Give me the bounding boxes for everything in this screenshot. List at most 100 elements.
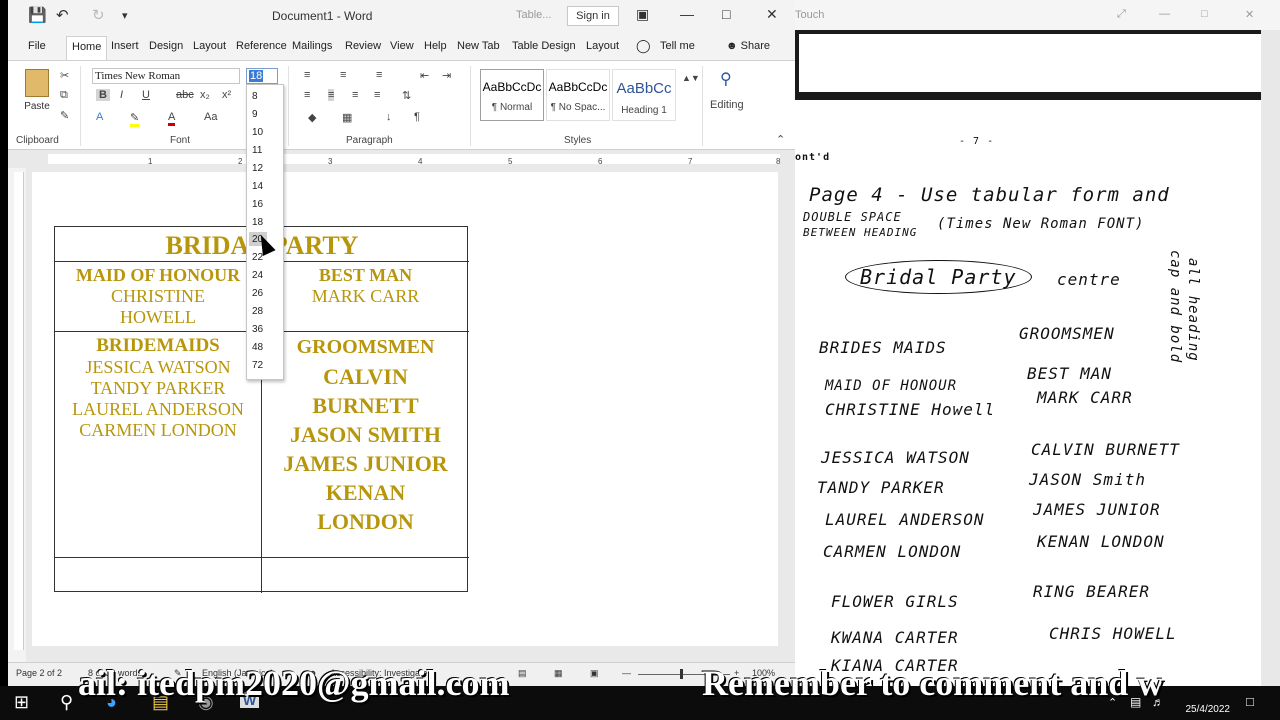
paste-button[interactable]: Paste <box>22 69 52 117</box>
font-size-option[interactable]: 8 <box>252 91 258 102</box>
font-size-option[interactable]: 10 <box>252 127 263 138</box>
tab-new-tab[interactable]: New Tab <box>457 40 500 52</box>
table-cell-groomsmen[interactable]: GROOMSMEN CALVIN BURNETT JASON SMITH JAM… <box>262 333 469 536</box>
search-icon[interactable]: ⚲ <box>60 692 73 713</box>
windows-start-icon[interactable]: ⊞ <box>14 692 29 713</box>
taskbar-clock[interactable]: 25/4/2022 <box>1186 689 1231 717</box>
shading-icon[interactable]: ◆ <box>308 111 316 124</box>
save-icon[interactable]: 💾 <box>28 6 47 24</box>
font-name-box[interactable]: Times New Roman <box>92 68 240 84</box>
cut-icon[interactable]: ✂ <box>60 69 69 82</box>
font-size-option[interactable]: 11 <box>252 145 262 156</box>
find-icon[interactable]: ⚲ <box>720 69 732 89</box>
table-cell-empty[interactable] <box>262 558 469 592</box>
tab-design[interactable]: Design <box>149 40 183 52</box>
scrollbar[interactable] <box>1261 30 1280 686</box>
read-mode-icon[interactable]: ▤ <box>518 668 527 679</box>
zoom-out-icon[interactable]: — <box>622 668 631 678</box>
bullets-icon[interactable]: ≡ <box>304 69 310 81</box>
tab-mailings[interactable]: Mailings <box>292 40 332 52</box>
table-cell-best-man[interactable]: BEST MAN MARK CARR <box>262 265 469 307</box>
numbering-icon[interactable]: ≡ <box>340 69 346 81</box>
superscript-button[interactable]: x² <box>222 89 231 101</box>
font-color-icon[interactable]: A <box>168 111 176 126</box>
tab-table-layout[interactable]: Layout <box>586 40 619 52</box>
table-cell-maid[interactable]: MAID OF HONOUR CHRISTINE HOWELL <box>55 265 261 328</box>
italic-button[interactable]: I <box>120 89 123 101</box>
change-case-icon[interactable]: Aa <box>204 111 217 123</box>
increase-indent-icon[interactable]: ⇥ <box>442 69 451 82</box>
font-size-box[interactable]: 18 <box>246 68 278 84</box>
font-size-option[interactable]: 16 <box>252 199 263 210</box>
undo-icon[interactable]: ↶ <box>56 6 69 24</box>
font-size-option[interactable]: 26 <box>252 288 263 299</box>
table-cell-empty[interactable] <box>55 558 261 592</box>
highlight-icon[interactable]: ✎ <box>130 111 140 127</box>
styles-scroll-icon[interactable]: ▲▼ <box>682 73 700 83</box>
align-right-icon[interactable]: ≡ <box>352 89 358 101</box>
customize-qat-icon[interactable]: ▾ <box>122 9 128 22</box>
tab-help[interactable]: Help <box>424 40 447 52</box>
table-cell-bridesmaids[interactable]: BRIDEMAIDS JESSICA WATSON TANDY PARKER L… <box>55 335 261 441</box>
zoom-slider-thumb[interactable] <box>680 669 683 679</box>
style-no-spacing[interactable]: AaBbCcDc ¶ No Spac... <box>546 69 610 121</box>
close-icon[interactable]: ✕ <box>1245 8 1254 21</box>
redo-icon[interactable]: ↻ <box>92 6 105 24</box>
strikethrough-button[interactable]: abc <box>176 89 194 101</box>
font-size-option[interactable]: 14 <box>252 181 263 192</box>
minimize-icon[interactable]: — <box>1159 8 1170 20</box>
reference-title-bar: Touch ⤢ — □ ✕ <box>795 0 1280 30</box>
tab-table-design[interactable]: Table Design <box>512 40 576 52</box>
document-page[interactable]: BRIDAL PARTY MAID OF HONOUR CHRISTINE HO… <box>32 172 778 646</box>
text-effects-icon[interactable]: A <box>96 111 103 123</box>
expand-icon[interactable]: ⤢ <box>1117 8 1126 21</box>
borders-icon[interactable]: ▦ <box>342 111 352 124</box>
font-size-option[interactable]: 72 <box>252 360 263 371</box>
tab-file[interactable]: File <box>28 40 46 52</box>
minimize-icon[interactable]: — <box>680 6 694 22</box>
horizontal-ruler[interactable]: 1 2 3 4 5 6 7 8 <box>8 150 795 168</box>
tell-me-search[interactable]: Tell me <box>660 40 695 52</box>
align-center-icon[interactable]: ≡ <box>328 89 335 101</box>
underline-button[interactable]: U <box>142 89 150 101</box>
font-size-option[interactable]: 9 <box>252 109 258 120</box>
style-normal[interactable]: AaBbCcDc ¶ Normal <box>480 69 544 121</box>
font-size-option[interactable]: 24 <box>252 270 263 281</box>
font-size-option[interactable]: 28 <box>252 306 263 317</box>
tab-layout[interactable]: Layout <box>193 40 226 52</box>
justify-icon[interactable]: ≡ <box>374 89 380 101</box>
sort-icon[interactable]: ↓ <box>386 111 392 123</box>
tab-insert[interactable]: Insert <box>111 40 139 52</box>
print-layout-icon[interactable]: ▦ <box>554 668 563 679</box>
font-size-option[interactable]: 12 <box>252 163 263 174</box>
notifications-icon[interactable]: □ <box>1246 694 1254 709</box>
ribbon-display-icon[interactable]: ▣ <box>636 6 649 23</box>
show-marks-icon[interactable]: ¶ <box>414 111 420 123</box>
collapse-ribbon-icon[interactable]: ⌃ <box>776 133 785 146</box>
page-indicator[interactable]: Page 2 of 2 <box>16 668 62 678</box>
multilevel-list-icon[interactable]: ≡ <box>376 69 382 81</box>
editing-button[interactable]: Editing <box>710 99 744 111</box>
maximize-icon[interactable]: □ <box>1201 8 1208 20</box>
align-left-icon[interactable]: ≡ <box>304 89 310 101</box>
format-painter-icon[interactable]: ✎ <box>60 109 69 122</box>
style-heading-1[interactable]: AaBbCc Heading 1 <box>612 69 676 121</box>
subscript-button[interactable]: x₂ <box>200 89 210 101</box>
font-size-option[interactable]: 48 <box>252 342 263 353</box>
line-spacing-icon[interactable]: ⇅ <box>402 89 411 102</box>
tab-review[interactable]: Review <box>345 40 381 52</box>
share-button[interactable]: ☻ Share <box>726 40 770 52</box>
web-layout-icon[interactable]: ▣ <box>590 668 599 679</box>
maximize-icon[interactable]: □ <box>722 6 730 22</box>
tab-home[interactable]: Home <box>66 36 108 60</box>
tab-view[interactable]: View <box>390 40 414 52</box>
font-size-option[interactable]: 36 <box>252 324 263 335</box>
tab-references[interactable]: Reference <box>236 40 287 52</box>
decrease-indent-icon[interactable]: ⇤ <box>420 69 429 82</box>
copy-icon[interactable]: ⧉ <box>60 89 68 102</box>
font-size-option[interactable]: 18 <box>252 217 263 228</box>
sign-in-button[interactable]: Sign in <box>567 6 619 26</box>
bold-button[interactable]: B <box>96 89 110 101</box>
vertical-ruler[interactable] <box>14 172 24 650</box>
close-icon[interactable]: ✕ <box>766 6 778 23</box>
